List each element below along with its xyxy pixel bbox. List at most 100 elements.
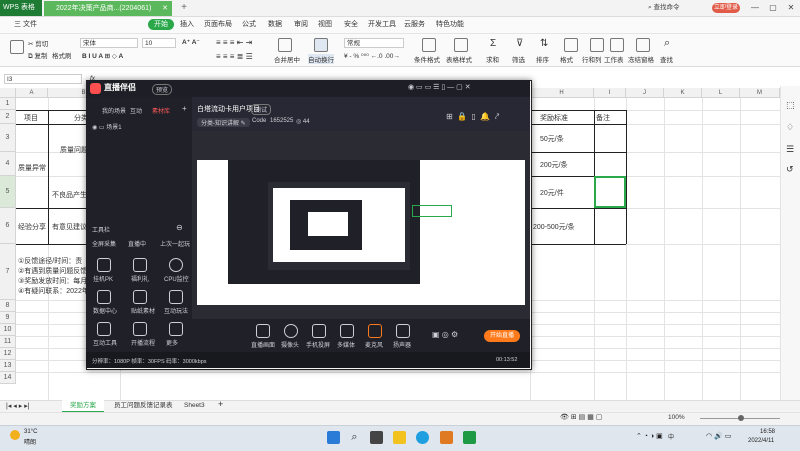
clock-time[interactable]: 16:58 (760, 429, 775, 435)
close-tab-icon[interactable]: ✕ (162, 1, 168, 16)
filter-icon[interactable]: ⊽ (516, 38, 523, 49)
cell-reward-3[interactable]: 20元/件 (540, 188, 564, 198)
multimedia-icon[interactable] (340, 324, 354, 338)
sheet-tab-sheet3[interactable]: Sheet3 (176, 400, 213, 411)
weather-temp[interactable]: 31°C (24, 429, 37, 435)
number-format-select[interactable]: 常规 (344, 38, 404, 48)
sum-icon[interactable]: Σ (490, 38, 496, 49)
close-window-button[interactable]: ✕ (784, 2, 798, 14)
weather-desc[interactable]: 晴朗 (24, 437, 36, 446)
file-menu[interactable]: 三 文件 (14, 17, 37, 33)
stream-category[interactable]: 分类-知识讲解 ✎ (197, 118, 250, 127)
row-header[interactable]: 10 (0, 324, 16, 336)
properties-tool-icon[interactable]: ☰ (786, 144, 794, 155)
col-header[interactable]: L (702, 88, 740, 98)
cut-button[interactable]: ✂ 剪切 (28, 38, 48, 48)
font-name-select[interactable]: 宋体 (80, 38, 138, 48)
zoom-level[interactable]: 100% (668, 414, 685, 421)
cell-reward-header[interactable]: 奖励标准 (540, 113, 568, 123)
cpu-monitor-icon[interactable] (169, 258, 183, 272)
note-line-3[interactable]: ③奖励发放时间：每月 (18, 276, 87, 286)
col-header[interactable]: I (594, 88, 626, 98)
stream-preview-badge[interactable]: 预览 (152, 84, 173, 95)
col-header[interactable]: J (626, 88, 664, 98)
worksheet-icon[interactable] (610, 38, 624, 52)
merge-icon[interactable] (278, 38, 292, 52)
cell-reward-2[interactable]: 200元/条 (540, 160, 568, 170)
collapse-toolbar-icon[interactable]: ⊖ (176, 223, 183, 232)
task-view-icon[interactable] (370, 431, 383, 444)
font-size-select[interactable]: 10 (142, 38, 176, 48)
worksheet-button[interactable]: 工作表 (604, 54, 624, 64)
cell-reward-1[interactable]: 50元/条 (540, 134, 564, 144)
format-painter-button[interactable]: 格式刷 (52, 50, 72, 60)
note-line-1[interactable]: ①反馈途径/时间：责 (18, 256, 82, 266)
row-header[interactable]: 13 (0, 360, 16, 372)
data-center-icon[interactable] (97, 290, 111, 304)
windows-start-icon[interactable] (327, 431, 340, 444)
note-line-4[interactable]: ④有疑问联系：2022年4 (18, 286, 93, 296)
format-button[interactable]: 格式 (560, 54, 573, 64)
microphone-icon[interactable] (368, 324, 382, 338)
last-played[interactable]: 上次一起玩 (160, 239, 190, 248)
document-tab[interactable]: 2022年决策产品商...(2204061) ✕ (44, 1, 172, 16)
sticker-tool-icon[interactable] (133, 290, 147, 304)
wrap-icon[interactable] (314, 38, 328, 52)
minimize-button[interactable]: — (748, 2, 762, 14)
sort-button[interactable]: 排序 (536, 54, 549, 64)
row-header[interactable]: 14 (0, 372, 16, 384)
start-flow-icon[interactable] (133, 322, 147, 336)
start-live-button[interactable]: 开始直播 (484, 330, 520, 342)
select-all-corner[interactable] (0, 88, 16, 98)
text-style-buttons[interactable]: B I U A ⊞ ◇ A (82, 52, 123, 60)
add-sheet-button[interactable]: + (210, 399, 231, 410)
zoom-slider-thumb[interactable] (738, 415, 744, 421)
add-scene-icon[interactable]: + (182, 104, 187, 113)
ime-indicator[interactable]: 中 (668, 432, 674, 441)
cell-defect[interactable]: 不良品产生 (52, 190, 87, 200)
maximize-button[interactable]: ▢ (766, 2, 780, 14)
new-tab-button[interactable]: + (178, 1, 190, 15)
note-line-2[interactable]: ②有遇到质量问题反馈 (18, 266, 87, 276)
clock-date[interactable]: 2022/4/11 (748, 438, 774, 444)
cell-remark-header[interactable]: 备注 (596, 113, 610, 123)
scene-item[interactable]: ◉ ▭ 场景1 (92, 122, 122, 131)
live-companion-icon[interactable] (440, 431, 453, 444)
bold-button[interactable]: A⁺ A⁻ (182, 38, 200, 46)
align-icons[interactable]: ≡ ≡ ≡ ≣ ☰ (216, 52, 253, 61)
stream-window-controls[interactable]: ◉ ▭ ▭ ☰ ▯ — ▢ ✕ (408, 83, 471, 91)
menu-cloud[interactable]: 云服务 (404, 17, 425, 33)
row-header[interactable]: 12 (0, 348, 16, 360)
menu-features[interactable]: 特色功能 (436, 17, 464, 33)
conditional-format-icon[interactable] (422, 38, 436, 52)
file-explorer-icon[interactable] (393, 431, 406, 444)
sum-button[interactable]: 求和 (486, 54, 499, 64)
row-header[interactable]: 9 (0, 312, 16, 324)
record-settings-icons[interactable]: ▣ ◎ ⚙ (432, 330, 458, 339)
paste-icon[interactable] (10, 40, 24, 54)
camera-icon[interactable] (284, 324, 298, 338)
screen-capture-icon[interactable] (256, 324, 270, 338)
menu-developer[interactable]: 开发工具 (368, 17, 396, 33)
table-style-button[interactable]: 表格样式 (446, 54, 472, 64)
search-taskbar-icon[interactable]: ⌕ (348, 431, 361, 444)
find-button[interactable]: 查找 (660, 54, 673, 64)
view-mode-icons[interactable]: 👁 ⊞ ▤ ▦ ▢ (560, 413, 602, 421)
table-style-icon[interactable] (454, 38, 468, 52)
phone-cast-icon[interactable] (312, 324, 326, 338)
row-header[interactable]: 2 (0, 110, 16, 124)
scene-tab[interactable]: 我的场景 (102, 106, 126, 115)
col-header[interactable]: A (16, 88, 48, 98)
sheet-nav-icons[interactable]: |◂ ◂ ▸ ▸| (6, 402, 30, 410)
cell-quality-issue[interactable]: 质量异常 (18, 163, 46, 173)
number-format-icons[interactable]: ¥ - % ⁰⁰⁰ ←.0 .00→ (344, 52, 400, 60)
fullscreen-capture[interactable]: 全屏采集 (92, 239, 116, 248)
selected-cell[interactable] (594, 176, 626, 208)
menu-data[interactable]: 数据 (268, 17, 282, 33)
filter-button[interactable]: 筛选 (512, 54, 525, 64)
history-tool-icon[interactable]: ↺ (786, 164, 794, 175)
style-tool-icon[interactable]: ♢ (786, 122, 794, 133)
find-icon[interactable]: ⌕ (664, 37, 670, 50)
sheet-tab-feedback[interactable]: 员工问题反馈记录表 (106, 400, 181, 411)
stream-test-pill[interactable]: 测试 (251, 104, 272, 115)
